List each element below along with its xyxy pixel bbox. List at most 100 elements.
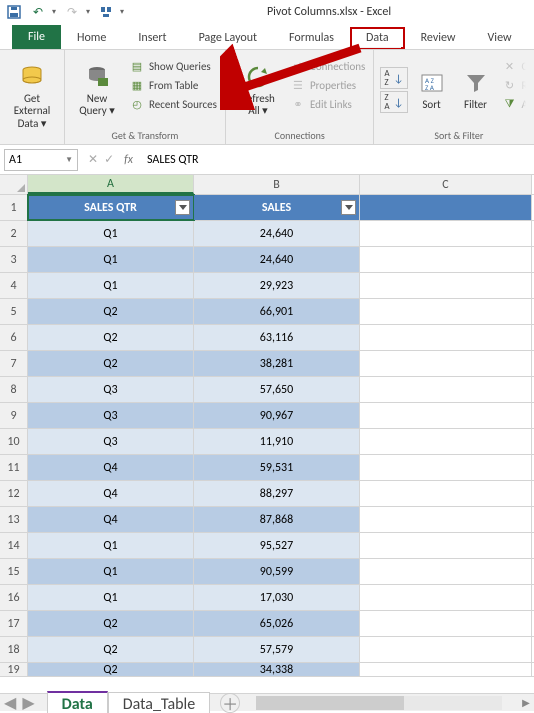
add-sheet-button[interactable]: ＋ [220,693,240,713]
cell-sales[interactable]: 38,281 [194,351,360,376]
cell-sales-qtr[interactable]: Q4 [28,481,194,506]
cell-sales[interactable]: 63,116 [194,325,360,350]
column-header-a[interactable]: A [28,175,194,194]
cell[interactable] [360,455,532,480]
cell-sales-qtr[interactable]: Q2 [28,299,194,324]
cell-sales-qtr[interactable]: Q1 [28,221,194,246]
cell-sales-qtr[interactable]: Q2 [28,611,194,636]
sheet-tab-data[interactable]: Data [47,691,108,713]
cell-sales-qtr[interactable]: Q4 [28,455,194,480]
cell[interactable] [360,377,532,402]
row-number[interactable]: 19 [0,663,28,676]
cell-sales[interactable]: 87,868 [194,507,360,532]
cell-sales[interactable]: 88,297 [194,481,360,506]
row-number[interactable]: 15 [0,559,28,584]
cell[interactable] [360,299,532,324]
cell-sales-qtr[interactable]: Q2 [28,351,194,376]
cell-sales[interactable]: 66,901 [194,299,360,324]
from-table-button[interactable]: ▦From Table [127,76,219,94]
new-query-button[interactable]: New Query ▾ [71,53,123,127]
sort-button[interactable]: A ZZ A Sort [412,53,452,127]
cell-sales-qtr[interactable]: Q1 [28,273,194,298]
cell[interactable] [360,221,532,246]
row-number[interactable]: 4 [0,273,28,298]
cell-sales[interactable]: 17,030 [194,585,360,610]
cell-sales-qtr[interactable]: Q2 [28,637,194,662]
row-number[interactable]: 11 [0,455,28,480]
recent-sources-button[interactable]: ◴Recent Sources [127,95,219,113]
row-number[interactable]: 2 [0,221,28,246]
chevron-down-icon[interactable]: ▼ [65,155,73,165]
cell[interactable] [360,611,532,636]
row-number[interactable]: 13 [0,507,28,532]
sheet-next-icon[interactable]: ▶ [22,693,34,713]
cell-sales[interactable]: 24,640 [194,221,360,246]
cell-sales[interactable]: 59,531 [194,455,360,480]
cell-sales-qtr[interactable]: Q2 [28,663,194,676]
sheet-prev-icon[interactable]: ◀ [4,693,16,713]
row-number[interactable]: 10 [0,429,28,454]
row-number[interactable]: 17 [0,611,28,636]
cell-sales-qtr[interactable]: Q1 [28,533,194,558]
horizontal-scrollbar[interactable]: ◀▶ Data Data_Table ＋ ▶ [0,693,534,711]
sort-desc-button[interactable]: ZA↓ [380,91,407,113]
filter-dropdown-button[interactable] [341,200,356,215]
cell[interactable] [360,351,532,376]
cell[interactable] [360,481,532,506]
tab-insert[interactable]: Insert [122,27,182,49]
filter-button[interactable]: Filter [456,53,496,127]
cell-sales[interactable]: 11,910 [194,429,360,454]
row-number[interactable]: 9 [0,403,28,428]
tab-review[interactable]: Review [405,27,472,49]
row-number[interactable]: 12 [0,481,28,506]
row-number[interactable]: 6 [0,325,28,350]
select-all-triangle[interactable] [0,175,28,194]
row-number[interactable]: 18 [0,637,28,662]
tab-data[interactable]: Data [350,27,405,49]
name-box[interactable]: A1 ▼ [4,149,78,171]
cell[interactable] [360,585,532,610]
cell-sales-qtr[interactable]: Q3 [28,429,194,454]
advanced-button[interactable]: ⧩Ad [500,95,534,113]
save-icon[interactable] [6,4,22,20]
tab-formulas[interactable]: Formulas [273,27,350,49]
cell-sales-qtr[interactable]: Q2 [28,325,194,350]
fx-icon[interactable]: fx [124,153,139,167]
cell[interactable] [360,429,532,454]
undo-icon[interactable]: ↶ [30,4,46,20]
tab-view[interactable]: View [472,27,528,49]
refresh-all-button[interactable]: Refresh All ▾ [232,53,284,127]
header-cell-sales-qtr[interactable]: SALES QTR [28,195,194,220]
cell[interactable] [360,507,532,532]
filter-dropdown-button[interactable] [175,200,190,215]
show-queries-button[interactable]: ▤Show Queries [127,57,219,75]
scroll-thumb[interactable] [256,696,404,710]
cell-sales[interactable]: 34,338 [194,663,360,676]
cell-sales[interactable]: 24,640 [194,247,360,272]
cell[interactable] [360,325,532,350]
cell-sales[interactable]: 95,527 [194,533,360,558]
cell-sales[interactable]: 90,967 [194,403,360,428]
sheet-tab-data-table[interactable]: Data_Table [108,692,210,713]
cell-sales-qtr[interactable]: Q1 [28,559,194,584]
cell[interactable] [360,663,532,676]
tab-page-layout[interactable]: Page Layout [183,27,273,49]
cell-sales-qtr[interactable]: Q4 [28,507,194,532]
column-header-b[interactable]: B [194,175,360,194]
tab-home[interactable]: Home [61,27,122,49]
cell[interactable] [360,533,532,558]
row-number[interactable]: 16 [0,585,28,610]
row-number[interactable]: 5 [0,299,28,324]
cell[interactable] [360,247,532,272]
formula-input[interactable]: SALES QTR [141,153,530,167]
row-number[interactable]: 7 [0,351,28,376]
get-external-data-button[interactable]: Get External Data ▾ [6,53,58,140]
sort-asc-button[interactable]: AZ↓ [380,67,407,89]
cell-sales-qtr[interactable]: Q1 [28,585,194,610]
cell-sales[interactable]: 90,599 [194,559,360,584]
row-number[interactable]: 8 [0,377,28,402]
column-header-c[interactable]: C [360,175,532,194]
row-number[interactable]: 3 [0,247,28,272]
cell[interactable] [360,195,532,220]
cell-sales[interactable]: 57,650 [194,377,360,402]
